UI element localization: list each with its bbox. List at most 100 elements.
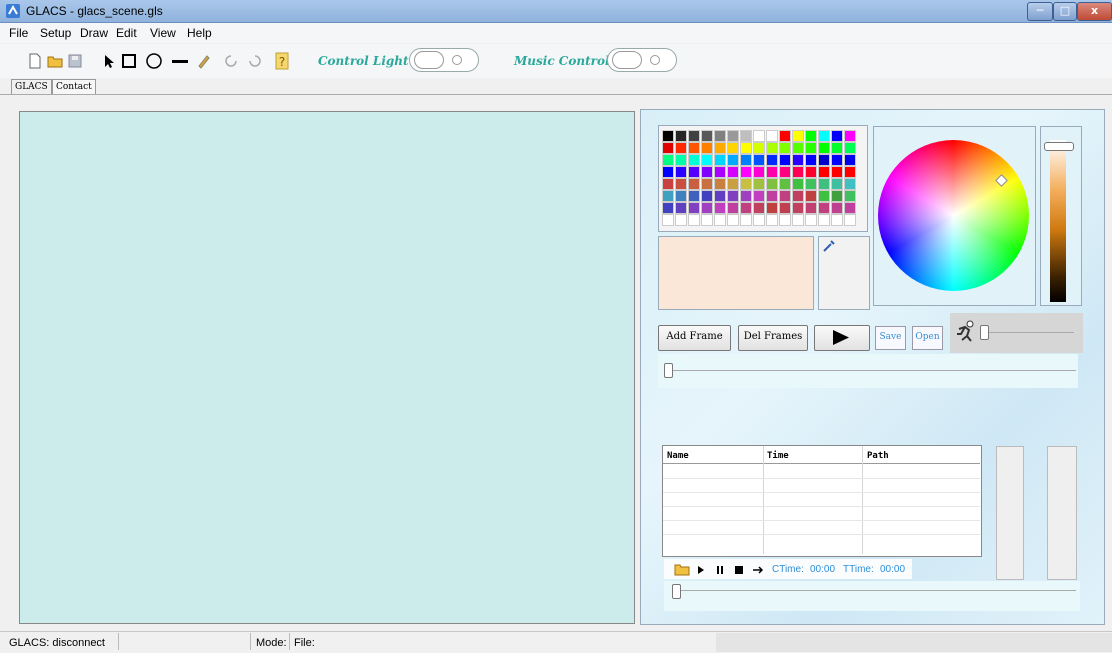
- palette-swatch[interactable]: [701, 214, 713, 226]
- palette-swatch[interactable]: [805, 214, 817, 226]
- palette-swatch[interactable]: [662, 178, 674, 190]
- palette-swatch[interactable]: [727, 166, 739, 178]
- color-palette[interactable]: [658, 125, 868, 232]
- palette-swatch[interactable]: [831, 190, 843, 202]
- palette-swatch[interactable]: [831, 142, 843, 154]
- palette-swatch[interactable]: [792, 202, 804, 214]
- palette-swatch[interactable]: [727, 202, 739, 214]
- palette-swatch[interactable]: [792, 190, 804, 202]
- palette-swatch[interactable]: [805, 202, 817, 214]
- palette-swatch[interactable]: [831, 154, 843, 166]
- palette-swatch[interactable]: [753, 190, 765, 202]
- column-header-path[interactable]: Path: [867, 451, 889, 461]
- palette-swatch[interactable]: [818, 130, 830, 142]
- palette-swatch[interactable]: [662, 142, 674, 154]
- palette-swatch[interactable]: [688, 142, 700, 154]
- palette-swatch[interactable]: [766, 202, 778, 214]
- palette-swatch[interactable]: [662, 130, 674, 142]
- pointer-icon[interactable]: [99, 52, 117, 70]
- palette-swatch[interactable]: [714, 214, 726, 226]
- palette-swatch[interactable]: [727, 178, 739, 190]
- menu-view[interactable]: View: [150, 26, 176, 40]
- palette-swatch[interactable]: [805, 166, 817, 178]
- palette-swatch[interactable]: [753, 202, 765, 214]
- palette-swatch[interactable]: [727, 154, 739, 166]
- play-icon[interactable]: [697, 566, 705, 574]
- palette-swatch[interactable]: [714, 142, 726, 154]
- palette-swatch[interactable]: [701, 142, 713, 154]
- pause-icon[interactable]: [716, 566, 724, 574]
- palette-swatch[interactable]: [753, 178, 765, 190]
- palette-swatch[interactable]: [740, 154, 752, 166]
- palette-swatch[interactable]: [740, 214, 752, 226]
- palette-swatch[interactable]: [766, 130, 778, 142]
- palette-swatch[interactable]: [688, 190, 700, 202]
- control-light-toggle[interactable]: [409, 48, 479, 72]
- save-icon[interactable]: [66, 52, 84, 70]
- pencil-icon[interactable]: [195, 52, 213, 70]
- palette-swatch[interactable]: [805, 142, 817, 154]
- palette-swatch[interactable]: [831, 166, 843, 178]
- redo-icon[interactable]: [246, 52, 264, 70]
- palette-swatch[interactable]: [818, 178, 830, 190]
- palette-swatch[interactable]: [714, 130, 726, 142]
- palette-swatch[interactable]: [818, 142, 830, 154]
- menu-setup[interactable]: Setup: [40, 26, 71, 40]
- palette-swatch[interactable]: [844, 142, 856, 154]
- palette-swatch[interactable]: [818, 190, 830, 202]
- palette-swatch[interactable]: [701, 154, 713, 166]
- palette-swatch[interactable]: [675, 154, 687, 166]
- palette-swatch[interactable]: [753, 154, 765, 166]
- palette-swatch[interactable]: [766, 142, 778, 154]
- palette-swatch[interactable]: [844, 190, 856, 202]
- palette-swatch[interactable]: [662, 154, 674, 166]
- play-button[interactable]: [814, 325, 870, 351]
- palette-swatch[interactable]: [779, 202, 791, 214]
- palette-swatch[interactable]: [818, 202, 830, 214]
- frame-slider[interactable]: [664, 363, 673, 378]
- palette-swatch[interactable]: [805, 178, 817, 190]
- open-folder-icon[interactable]: [674, 562, 690, 576]
- palette-swatch[interactable]: [779, 214, 791, 226]
- palette-swatch[interactable]: [701, 166, 713, 178]
- maximize-button[interactable]: □: [1053, 2, 1077, 21]
- brightness-thumb[interactable]: [1044, 142, 1074, 151]
- palette-swatch[interactable]: [844, 202, 856, 214]
- palette-swatch[interactable]: [701, 178, 713, 190]
- palette-swatch[interactable]: [779, 154, 791, 166]
- save-frames-button[interactable]: Save: [875, 326, 906, 350]
- brightness-slider[interactable]: [1050, 140, 1066, 302]
- palette-swatch[interactable]: [688, 130, 700, 142]
- palette-swatch[interactable]: [740, 202, 752, 214]
- palette-swatch[interactable]: [779, 142, 791, 154]
- palette-swatch[interactable]: [662, 214, 674, 226]
- palette-swatch[interactable]: [662, 190, 674, 202]
- menu-draw[interactable]: Draw: [80, 26, 108, 40]
- open-folder-icon[interactable]: [46, 52, 64, 70]
- palette-swatch[interactable]: [844, 130, 856, 142]
- del-frames-button[interactable]: Del Frames: [738, 325, 808, 351]
- minimize-button[interactable]: ─: [1027, 2, 1053, 21]
- palette-swatch[interactable]: [675, 178, 687, 190]
- palette-swatch[interactable]: [831, 202, 843, 214]
- palette-swatch[interactable]: [740, 130, 752, 142]
- palette-swatch[interactable]: [831, 130, 843, 142]
- palette-swatch[interactable]: [844, 214, 856, 226]
- stop-icon[interactable]: [735, 566, 743, 574]
- palette-swatch[interactable]: [714, 178, 726, 190]
- menu-file[interactable]: File: [9, 26, 28, 40]
- palette-swatch[interactable]: [779, 130, 791, 142]
- palette-swatch[interactable]: [675, 142, 687, 154]
- palette-swatch[interactable]: [753, 142, 765, 154]
- palette-swatch[interactable]: [727, 190, 739, 202]
- palette-swatch[interactable]: [792, 178, 804, 190]
- palette-swatch[interactable]: [805, 130, 817, 142]
- palette-swatch[interactable]: [766, 178, 778, 190]
- close-button[interactable]: x: [1077, 2, 1112, 21]
- palette-swatch[interactable]: [766, 154, 778, 166]
- palette-swatch[interactable]: [714, 202, 726, 214]
- color-wheel[interactable]: [878, 140, 1029, 291]
- ellipse-icon[interactable]: [145, 52, 163, 70]
- menu-edit[interactable]: Edit: [116, 26, 137, 40]
- palette-swatch[interactable]: [766, 166, 778, 178]
